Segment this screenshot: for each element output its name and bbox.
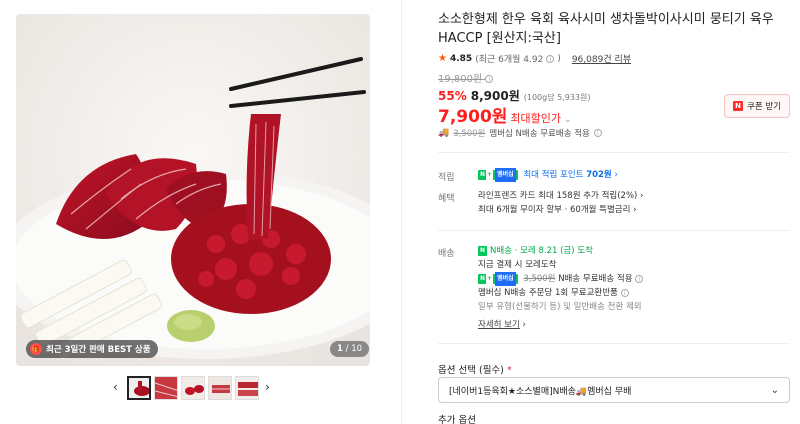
naver-n-icon: N: [733, 101, 743, 111]
max-discount-label: 최대할인가: [510, 112, 562, 125]
info-icon[interactable]: i: [635, 274, 644, 283]
rating-score: 4.85: [449, 53, 473, 64]
review-count-link[interactable]: 96,089건 리뷰: [572, 52, 631, 65]
delivery-ship-original: 3,500원: [523, 274, 556, 284]
product-title: 소소한형제 한우 육회 육사시미 생차돌박이사시미 뭉티기 육우 HACCP […: [438, 12, 774, 46]
option-label-text: 옵션 선택 (필수): [438, 365, 504, 376]
rating-recent-close: ): [557, 53, 561, 64]
thumbnail-2[interactable]: [154, 376, 178, 400]
thumbnail-image: [155, 377, 177, 399]
shipping-row: 🚚 3,500원 멤버십 N배송 무료배송 적용 i: [438, 127, 602, 139]
coupon-button-label: 쿠폰 받기: [747, 102, 781, 112]
delivery-ship-text: N배송 무료배송 적용: [558, 274, 633, 284]
chevron-down-icon[interactable]: ⌄: [564, 115, 572, 125]
section-divider: [438, 152, 790, 153]
thumbnail-strip: [127, 376, 259, 400]
info-icon[interactable]: i: [593, 129, 602, 137]
original-price: 19,800원 i: [438, 70, 494, 85]
max-discount-amount: 7,900원: [438, 107, 508, 127]
benefit-installment[interactable]: 최대 6개월 무이자 할부 · 60개월 특별금리 ›: [478, 203, 643, 217]
info-icon[interactable]: i: [546, 54, 555, 63]
shipping-text: 멤버십 N배송 무료배송 적용: [489, 129, 590, 139]
delivery-return: 멤버십 N배송 주문당 1회 무료교환반품: [478, 288, 618, 298]
thumbnail-3[interactable]: [181, 376, 205, 400]
truck-icon: 🚚: [438, 128, 450, 138]
option-selected-value: [네이버1등육회★소스별매]N배송🚚멤버십 무배: [449, 386, 632, 397]
delivery-info: N N배송 · 모레 8.21 (금) 도착 지금 결제 시 모레도착 N + 멤버십…: [478, 244, 644, 332]
thumbnail-image: [182, 377, 204, 399]
points-label: 적립: [438, 173, 455, 183]
chevron-right-icon: ›: [640, 191, 644, 201]
chevron-right-icon: ›: [614, 170, 618, 180]
image-counter-current: 1: [337, 344, 343, 354]
star-icon: ★: [438, 53, 447, 64]
delivery-badge: N배송: [490, 246, 513, 256]
delivery-return-row: 멤버십 N배송 주문당 1회 무료교환반품 i: [478, 286, 643, 300]
thumbnail-1[interactable]: [127, 376, 151, 400]
discount-rate: 55%: [438, 89, 467, 103]
image-counter: 1 / 10: [330, 341, 370, 357]
delivery-eta: · 모레 8.21 (금) 도착: [514, 246, 593, 256]
details-link-row[interactable]: 자세히 보기 ›: [478, 318, 643, 332]
shipping-original-fee: 3,500원: [453, 129, 486, 139]
thumb-next-icon[interactable]: ›: [265, 380, 270, 394]
npay-plus-membership-icon: N + 멤버십: [478, 167, 518, 182]
details-link[interactable]: 자세히 보기: [478, 320, 520, 330]
thumbnail-image: [236, 377, 258, 399]
chevron-down-icon: ⌄: [770, 384, 779, 396]
benefit-card-text: 라인프렌즈 카드 최대 158원 추가 적립(2%): [478, 191, 638, 201]
thumbnail-image: [209, 377, 231, 399]
section-divider: [438, 230, 790, 231]
delivery-label: 배송: [438, 249, 455, 259]
additional-option-label: 추가 옵션: [438, 415, 476, 424]
delivery-exception: 일부 유형(선물하기 등) 및 일반배송 전환 제외: [478, 302, 642, 312]
delivery-eta-row: N N배송 · 모레 8.21 (금) 도착: [478, 244, 643, 258]
product-main-image[interactable]: [16, 14, 370, 366]
benefit-installment-text: 최대 6개월 무이자 할부 · 60개월 특별금리: [478, 205, 631, 215]
original-price-value: 19,800원: [438, 74, 483, 85]
points-value: 702원: [586, 170, 612, 180]
info-icon[interactable]: i: [485, 75, 494, 83]
rating-recent: (최근 6개월 4.92: [475, 55, 544, 65]
naver-delivery-icon: N: [478, 245, 488, 256]
gift-icon: 🎁: [30, 343, 42, 355]
rating-row: ★ 4.85 (최근 6개월 4.92 i ) 96,089건 리뷰: [438, 52, 631, 65]
product-photo: [16, 14, 370, 366]
thumbnail-5[interactable]: [235, 376, 259, 400]
column-divider: [401, 0, 402, 424]
thumb-prev-icon[interactable]: ‹: [113, 380, 118, 394]
best-seller-badge: 🎁 최근 3일간 판매 BEST 상품: [26, 340, 158, 358]
thumbnail-4[interactable]: [208, 376, 232, 400]
option-select[interactable]: [네이버1등육회★소스별매]N배송🚚멤버십 무배 ⌄: [438, 377, 790, 403]
npay-plus-membership-icon: N + 멤버십: [478, 271, 518, 286]
delivery-shipping-row: N + 멤버십 3,500원 N배송 무료배송 적용 i: [478, 271, 644, 286]
delivery-note: 지금 결제 시 모레도착: [478, 260, 557, 270]
benefit-card-points[interactable]: 라인프렌즈 카드 최대 158원 추가 적립(2%) ›: [478, 189, 643, 203]
max-discount-row[interactable]: 7,900원 최대할인가 ⌄: [438, 102, 572, 127]
image-counter-total: / 10: [345, 344, 363, 354]
option-select-label: 옵션 선택 (필수) *: [438, 362, 512, 376]
section-divider: [438, 343, 790, 344]
benefit-list: 라인프렌즈 카드 최대 158원 추가 적립(2%) › 최대 6개월 무이자 …: [478, 189, 643, 217]
coupon-button[interactable]: N 쿠폰 받기: [724, 94, 790, 118]
chevron-right-icon: ›: [522, 320, 526, 330]
best-seller-label: 최근 3일간 판매 BEST 상품: [46, 345, 151, 355]
benefit-label: 혜택: [438, 194, 455, 204]
thumbnail-image: [129, 378, 149, 398]
required-mark: *: [506, 365, 512, 376]
info-icon[interactable]: i: [620, 288, 629, 297]
points-row[interactable]: N + 멤버십 최대 적립 포인트 702원 ›: [478, 167, 618, 182]
points-text: 최대 적립 포인트: [523, 170, 584, 180]
chevron-right-icon: ›: [633, 205, 637, 215]
